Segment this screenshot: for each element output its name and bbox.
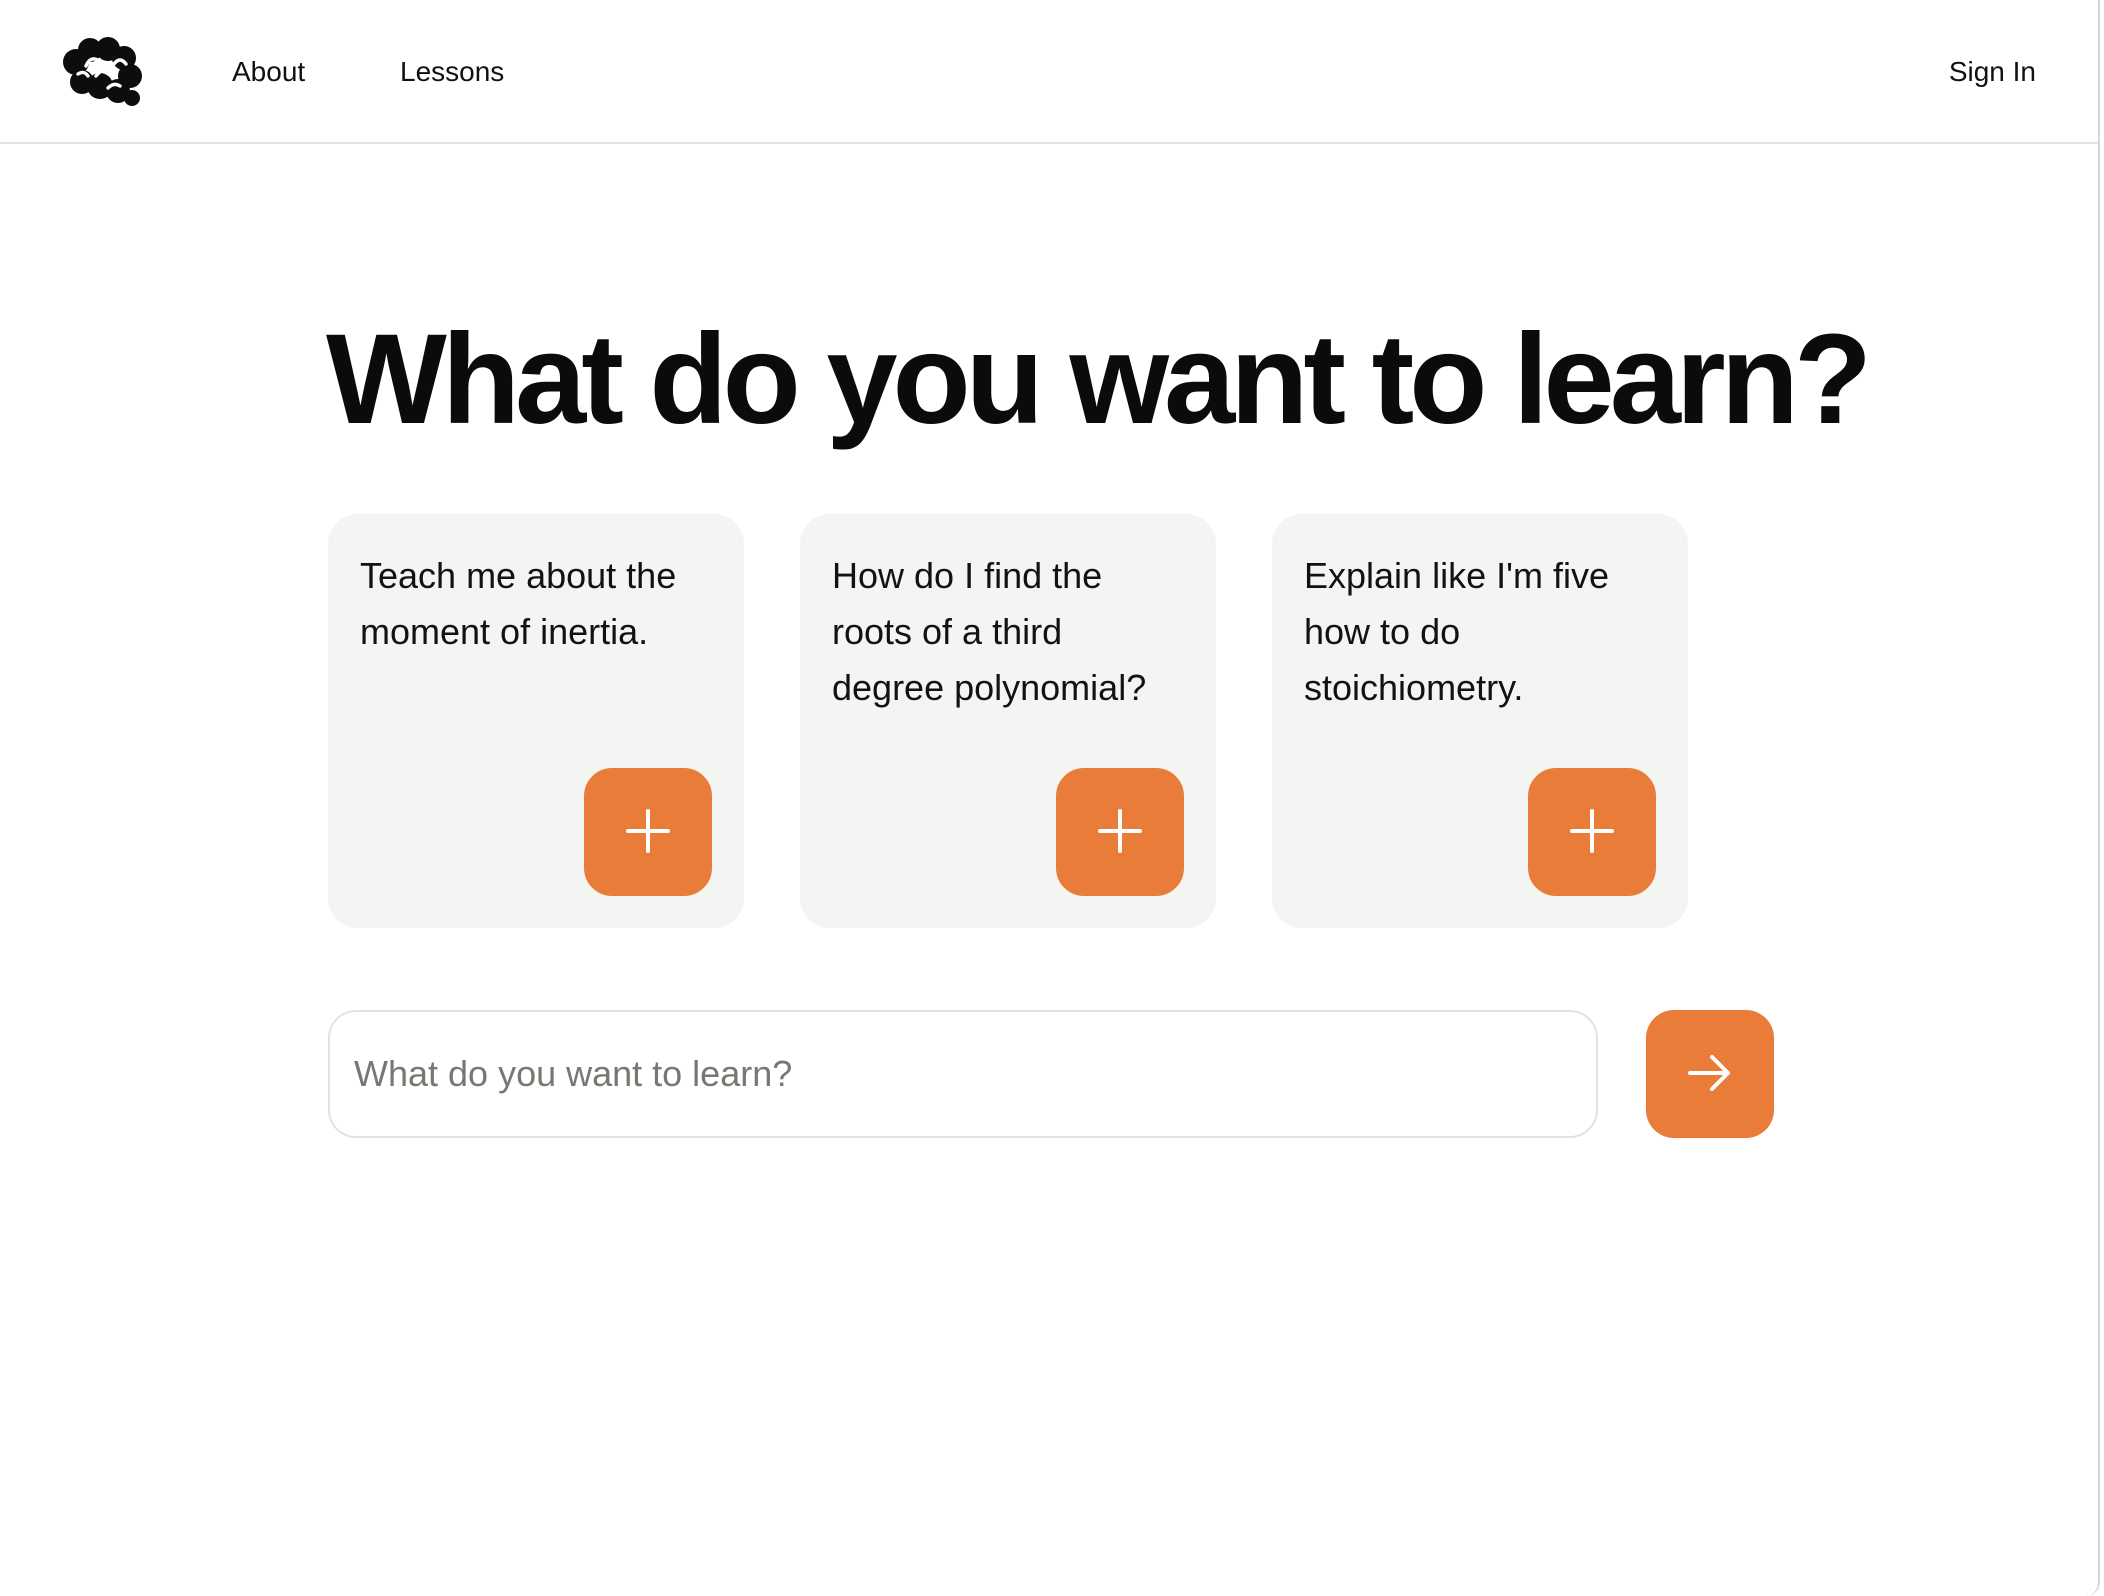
plus-icon: [624, 807, 672, 858]
add-suggestion-button[interactable]: [1528, 768, 1656, 896]
sign-in-link[interactable]: Sign In: [1949, 52, 2036, 92]
brain-icon[interactable]: [60, 36, 146, 108]
search-input[interactable]: [330, 1012, 1596, 1136]
arrow-right-icon: [1685, 1048, 1735, 1101]
suggestion-text: Explain like I'm five how to do stoichio…: [1304, 555, 1609, 708]
submit-button[interactable]: [1646, 1010, 1774, 1138]
top-navbar: About Lessons Sign In: [0, 0, 2098, 144]
nav-link-lessons[interactable]: Lessons: [400, 52, 504, 92]
search-box: [328, 1010, 1598, 1138]
suggestion-text: How do I find the roots of a third degre…: [832, 555, 1147, 708]
page-title: What do you want to learn?: [326, 308, 1872, 451]
app-window: About Lessons Sign In What do you want t…: [0, 0, 2100, 1596]
suggestion-card[interactable]: Explain like I'm five how to do stoichio…: [1272, 514, 1688, 928]
suggestion-text: Teach me about the moment of inertia.: [360, 555, 677, 652]
suggestion-cards: Teach me about the moment of inertia. Ho…: [328, 514, 1688, 928]
add-suggestion-button[interactable]: [1056, 768, 1184, 896]
suggestion-card[interactable]: How do I find the roots of a third degre…: [800, 514, 1216, 928]
add-suggestion-button[interactable]: [584, 768, 712, 896]
nav-link-about[interactable]: About: [232, 52, 305, 92]
suggestion-card[interactable]: Teach me about the moment of inertia.: [328, 514, 744, 928]
plus-icon: [1096, 807, 1144, 858]
plus-icon: [1568, 807, 1616, 858]
